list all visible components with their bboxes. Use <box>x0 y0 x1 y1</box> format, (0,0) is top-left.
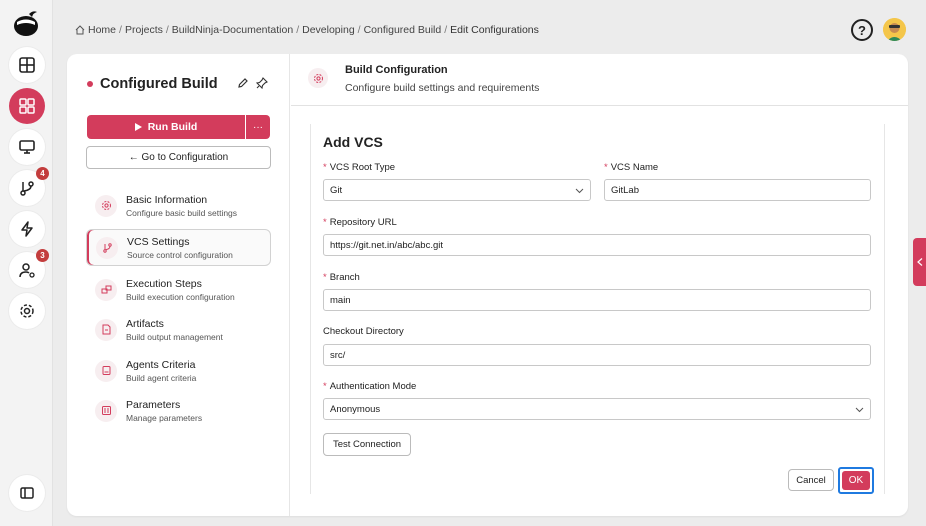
ok-button[interactable]: OK <box>838 467 874 494</box>
vcs-root-type-select[interactable]: Git <box>323 179 591 201</box>
authentication-mode-label: * Authentication Mode <box>323 381 417 392</box>
agents-nav-button[interactable]: 3 <box>9 249 49 288</box>
nav-basic-information[interactable]: Basic Information Configure basic build s… <box>86 187 271 224</box>
app-rail: 4 3 <box>0 0 53 526</box>
build-title: Configured Build <box>87 76 218 92</box>
run-options-button[interactable]: ··· <box>246 115 270 139</box>
panel-title: Build Configuration <box>345 64 448 76</box>
ok-button-label: OK <box>842 471 870 490</box>
vcs-name-input[interactable]: GitLab <box>604 179 871 201</box>
home-icon <box>75 25 85 35</box>
nav-subtitle: Source control configuration <box>127 249 233 260</box>
nav-execution-steps[interactable]: Execution Steps Build execution configura… <box>86 271 271 308</box>
form-title: Add VCS <box>323 134 383 150</box>
nav-title: Artifacts <box>126 317 164 330</box>
breadcrumb-projects[interactable]: Projects <box>125 24 163 36</box>
monitor-icon <box>19 140 35 154</box>
nav-subtitle: Build agent criteria <box>126 372 197 383</box>
breadcrumb-folder[interactable]: Developing <box>302 24 355 36</box>
nav-title: Basic Information <box>126 193 208 206</box>
triggers-nav-button[interactable] <box>9 211 45 247</box>
avatar[interactable] <box>883 18 906 41</box>
notification-badge: 4 <box>36 167 49 180</box>
nav-title: Parameters <box>126 398 181 411</box>
sidebar-icon <box>20 487 34 499</box>
breadcrumb-build[interactable]: Configured Build <box>364 24 442 36</box>
nav-subtitle: Build output management <box>126 331 223 342</box>
repository-url-label: * Repository URL <box>323 217 397 228</box>
status-dot <box>87 81 93 87</box>
nav-artifacts[interactable]: Artifacts Build output management <box>86 311 271 348</box>
branch-input[interactable]: main <box>323 289 871 311</box>
build-title-text: Configured Build <box>100 76 218 92</box>
gear-icon <box>20 304 34 318</box>
git-branch-icon <box>96 236 118 259</box>
monitor-nav-button[interactable] <box>9 129 45 165</box>
expand-panel-tab[interactable] <box>913 238 926 286</box>
branch-label: * Branch <box>323 272 360 283</box>
nav-agents-criteria[interactable]: Agents Criteria Build agent criteria <box>86 352 271 389</box>
repository-url-input[interactable]: https://git.net.in/abc/abc.git <box>323 234 871 256</box>
nav-parameters[interactable]: Parameters Manage parameters <box>86 392 271 429</box>
run-build-button[interactable]: Run Build <box>87 115 245 139</box>
checkout-directory-input[interactable]: src/ <box>323 344 871 366</box>
main-card: Configured Build Run Build ··· ← Go to C… <box>67 54 908 516</box>
git-branch-icon <box>20 181 34 196</box>
run-build-label: Run Build <box>147 121 198 133</box>
buildninja-logo-icon[interactable] <box>11 8 41 38</box>
sliders-icon <box>95 399 117 422</box>
panel-subtitle: Configure build settings and requirement… <box>345 82 540 94</box>
nav-title: Execution Steps <box>126 277 202 290</box>
breadcrumb-home[interactable]: Home <box>88 24 116 36</box>
agent-icon <box>95 359 117 382</box>
user-settings-icon <box>19 263 35 278</box>
lightning-icon <box>21 221 33 237</box>
settings-nav-button[interactable] <box>9 293 45 329</box>
breadcrumb: Home / Projects / BuildNinja-Documentation… <box>75 24 539 36</box>
play-icon <box>134 123 142 131</box>
checkout-directory-label: Checkout Directory <box>323 326 404 337</box>
breadcrumb-project[interactable]: BuildNinja-Documentation <box>172 24 293 36</box>
vcs-root-type-label: * VCS Root Type <box>323 162 396 173</box>
gear-icon <box>95 194 117 217</box>
grid-icon <box>19 98 35 114</box>
chevron-down-icon <box>855 407 864 412</box>
steps-icon <box>95 278 117 301</box>
nav-subtitle: Manage parameters <box>126 412 203 423</box>
breadcrumb-current: Edit Configurations <box>450 24 539 36</box>
vcs-name-label: * VCS Name <box>604 162 659 173</box>
layout-icon <box>19 57 35 73</box>
test-connection-button[interactable]: Test Connection <box>323 433 411 456</box>
vcs-nav-button[interactable]: 4 <box>9 167 49 206</box>
file-icon <box>95 318 117 341</box>
chevron-down-icon <box>575 188 584 193</box>
build-sidebar: Configured Build Run Build ··· ← Go to C… <box>67 54 290 516</box>
dashboard-nav-button[interactable] <box>9 47 45 83</box>
help-icon[interactable]: ? <box>851 19 873 41</box>
cancel-button[interactable]: Cancel <box>788 469 834 491</box>
nav-subtitle: Build execution configuration <box>126 291 235 302</box>
chevron-left-icon <box>916 258 922 266</box>
nav-vcs-settings[interactable]: VCS Settings Source control configuration <box>86 229 271 266</box>
gear-icon <box>308 68 328 88</box>
collapse-sidebar-button[interactable] <box>9 475 45 511</box>
nav-title: Agents Criteria <box>126 358 196 371</box>
panel-header: Build Configuration Configure build sett… <box>291 54 908 106</box>
nav-title: VCS Settings <box>127 235 190 248</box>
go-to-configuration-button[interactable]: ← Go to Configuration <box>86 146 271 169</box>
projects-nav-button[interactable] <box>9 88 45 124</box>
pencil-icon[interactable] <box>236 76 250 90</box>
pin-icon[interactable] <box>255 76 269 90</box>
authentication-mode-select[interactable]: Anonymous <box>323 398 871 420</box>
notification-badge: 3 <box>36 249 49 262</box>
nav-subtitle: Configure basic build settings <box>126 207 238 218</box>
